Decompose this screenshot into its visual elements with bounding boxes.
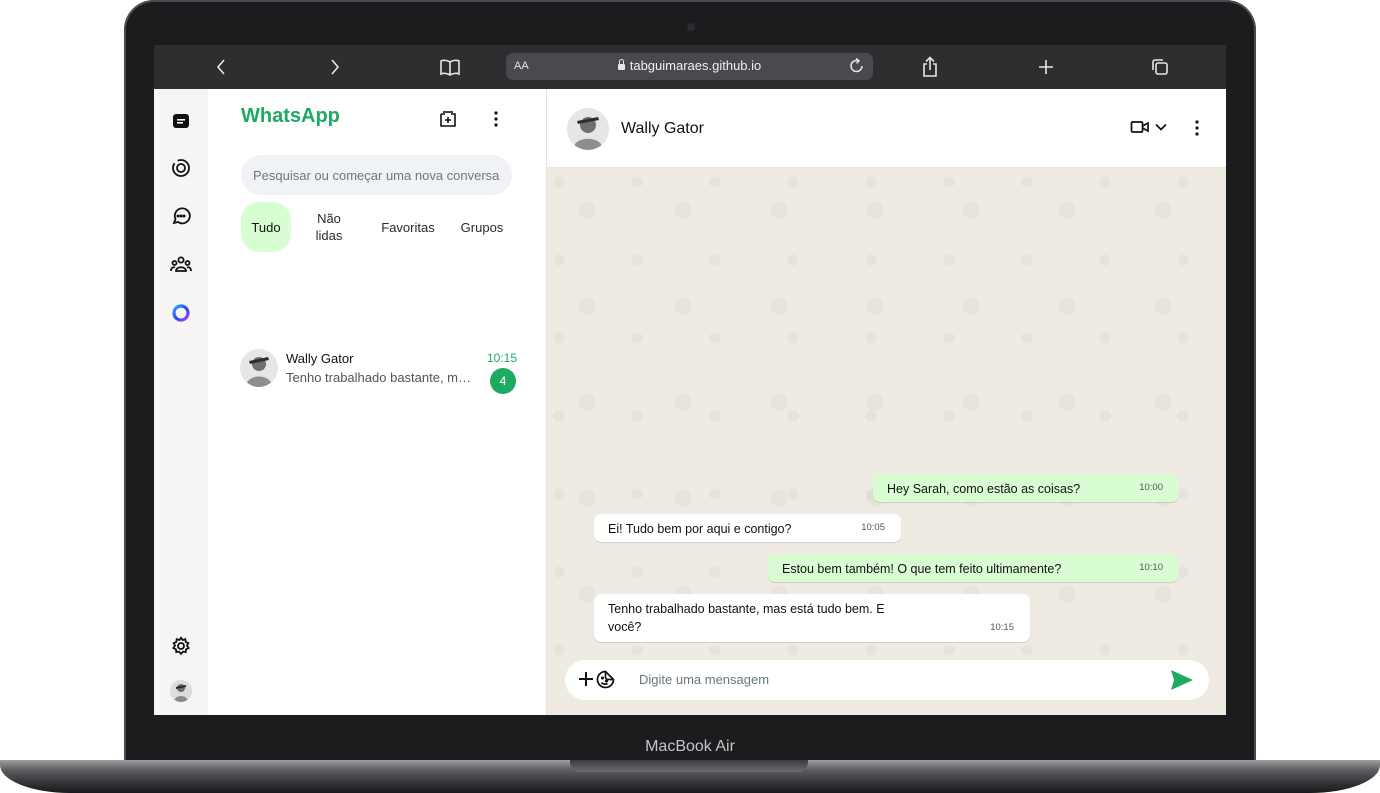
message-bubble-outgoing: Estou bem também! O que tem feito ultima… <box>768 554 1179 582</box>
video-call-icon[interactable] <box>1130 119 1150 139</box>
address-bar[interactable]: AA tabguimaraes.github.io <box>506 53 873 80</box>
message-composer <box>565 660 1209 700</box>
message-time: 10:05 <box>861 522 885 533</box>
conversation-panel: Wally Gator Hey Sarah, como estão as coi… <box>547 89 1226 715</box>
message-bubble-incoming: Tenho trabalhado bastante, mas está tudo… <box>594 594 1030 642</box>
send-icon[interactable] <box>1170 669 1194 691</box>
contact-avatar <box>240 349 278 387</box>
whatsapp-app: WhatsApp Tudo Não lidas Favoritas Grupos <box>154 89 1226 715</box>
search-input[interactable] <box>251 166 512 184</box>
contact-name[interactable]: Wally Gator <box>621 120 704 138</box>
sticker-emoji-icon[interactable] <box>596 670 616 690</box>
camera-dot <box>687 23 695 31</box>
filter-unread[interactable]: Não lidas <box>304 202 354 252</box>
new-tab-icon[interactable] <box>1034 45 1058 89</box>
meta-ai-icon[interactable] <box>169 301 193 325</box>
message-time: 10:00 <box>1139 482 1163 493</box>
lock-icon <box>617 59 625 70</box>
message-time: 10:15 <box>990 622 1014 633</box>
search-box[interactable] <box>241 155 512 195</box>
bookmarks-icon[interactable] <box>438 45 462 89</box>
menu-kebab-icon[interactable] <box>484 107 508 131</box>
message-input[interactable] <box>637 671 1121 688</box>
tabs-icon[interactable] <box>1148 45 1172 89</box>
conversation-menu-icon[interactable] <box>1195 120 1203 138</box>
conversation-header: Wally Gator <box>547 89 1226 168</box>
chat-list-item[interactable]: Wally Gator 10:15 Tenho trabalhado basta… <box>208 289 546 394</box>
settings-icon[interactable] <box>169 634 193 658</box>
message-text: Tenho trabalhado bastante, mas está tudo… <box>608 602 885 634</box>
status-icon[interactable] <box>169 156 193 180</box>
conversation-background: Hey Sarah, como estão as coisas? 10:00 E… <box>547 168 1226 715</box>
contact-header-avatar[interactable] <box>567 108 609 150</box>
new-chat-icon[interactable] <box>436 107 460 131</box>
nav-rail <box>154 89 209 715</box>
share-icon[interactable] <box>918 45 942 89</box>
laptop-notch <box>570 760 808 772</box>
message-time: 10:10 <box>1139 562 1163 573</box>
message-text: Estou bem também! O que tem feito ultima… <box>782 562 1062 576</box>
app-title: WhatsApp <box>241 105 340 127</box>
back-icon[interactable] <box>210 45 232 89</box>
profile-avatar[interactable] <box>170 680 192 702</box>
message-bubble-incoming: Ei! Tudo bem por aqui e contigo? 10:05 <box>594 514 901 542</box>
device-brand-label: MacBook Air <box>645 738 735 755</box>
chat-name: Wally Gator <box>286 351 354 366</box>
url-text[interactable]: tabguimaraes.github.io <box>630 58 762 73</box>
filter-groups[interactable]: Grupos <box>453 202 511 252</box>
screen: AA tabguimaraes.github.io WhatsApp Pesqu… <box>154 45 1226 715</box>
chat-list-panel: WhatsApp Tudo Não lidas Favoritas Grupos <box>208 89 547 715</box>
unread-badge: 4 <box>490 368 516 394</box>
chat-time: 10:15 <box>486 351 517 365</box>
browser-toolbar: AA tabguimaraes.github.io <box>154 45 1226 89</box>
chats-icon[interactable] <box>169 109 193 133</box>
chat-preview: Tenho trabalhado bastante, mas está tudo… <box>286 370 476 385</box>
communities-icon[interactable] <box>169 252 193 276</box>
plus-icon[interactable] <box>577 670 597 690</box>
message-text: Hey Sarah, como estão as coisas? <box>887 482 1081 496</box>
forward-icon[interactable] <box>324 45 346 89</box>
filter-favorites[interactable]: Favoritas <box>374 202 442 252</box>
channels-icon[interactable] <box>169 204 193 228</box>
reload-icon[interactable] <box>849 57 865 78</box>
chevron-down-icon[interactable] <box>1154 120 1170 136</box>
message-text: Ei! Tudo bem por aqui e contigo? <box>608 522 792 536</box>
filter-all[interactable]: Tudo <box>241 202 291 252</box>
message-bubble-outgoing: Hey Sarah, como estão as coisas? 10:00 <box>873 474 1179 502</box>
